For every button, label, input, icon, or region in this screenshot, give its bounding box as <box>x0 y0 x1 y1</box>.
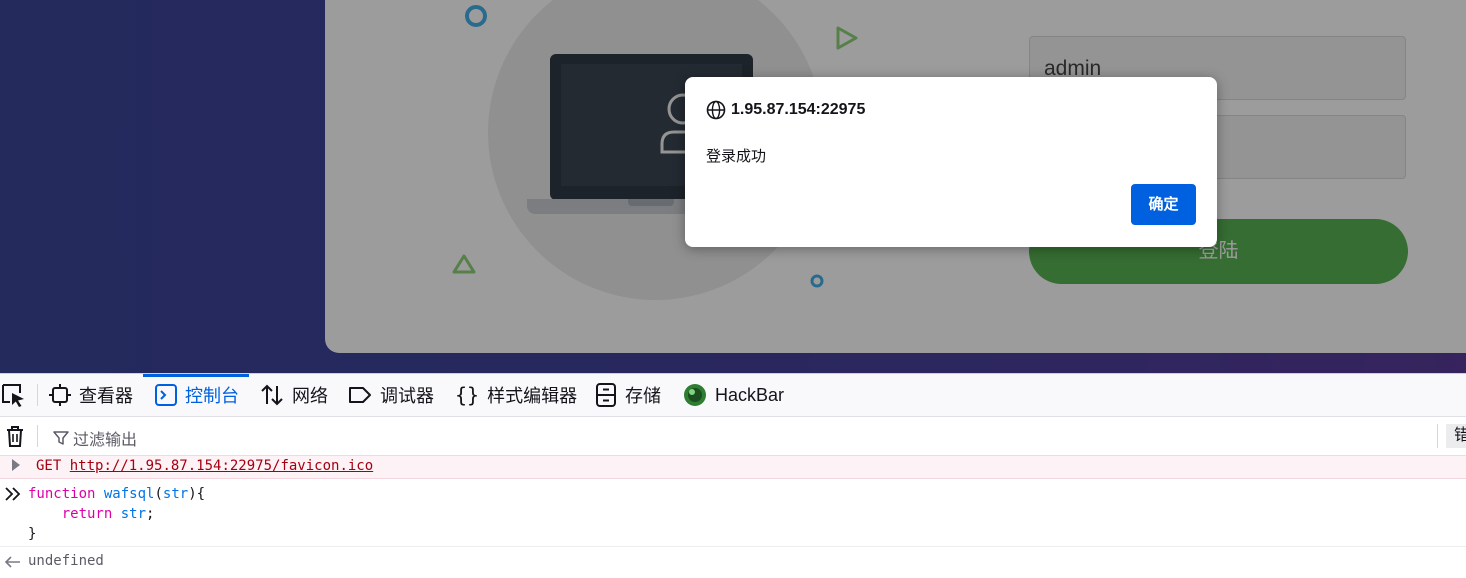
error-method: GET <box>36 458 62 474</box>
tab-label: 调试器 <box>380 386 434 406</box>
tab-label: 控制台 <box>185 386 239 406</box>
code-line-2: return str; <box>61 506 155 522</box>
toolbar-separator <box>37 384 38 406</box>
alert-ok-button[interactable]: 确定 <box>1131 184 1196 225</box>
error-text: GET http://1.95.87.154:22975/favicon.ico <box>36 458 373 474</box>
alert-dialog: 1.95.87.154:22975 登录成功 确定 <box>685 77 1217 247</box>
tab-hackbar[interactable]: HackBar <box>683 374 784 416</box>
tab-network[interactable]: 网络 <box>260 374 328 416</box>
tab-style-editor[interactable]: {} 样式编辑器 <box>455 374 577 416</box>
filter-placeholder: 过滤输出 <box>73 432 138 449</box>
hackbar-icon <box>684 384 706 406</box>
filter-icon <box>53 431 69 445</box>
tab-label: 样式编辑器 <box>487 386 578 406</box>
console-filter-bar: 过滤输出 错 <box>0 417 1466 456</box>
debugger-icon <box>349 387 371 403</box>
element-picker-icon[interactable] <box>0 382 26 408</box>
tab-storage[interactable]: 存储 <box>595 374 661 416</box>
alert-origin: 1.95.87.154:22975 <box>706 99 865 121</box>
input-chevron-icon <box>5 487 21 501</box>
tab-label: 存储 <box>625 386 661 406</box>
param-name: str <box>162 486 189 502</box>
console-error-message[interactable]: GET http://1.95.87.154:22975/favicon.ico <box>0 456 1466 479</box>
code-line-3: } <box>28 526 37 542</box>
inspector-icon <box>49 384 71 406</box>
code-line-1: function wafsql(str){ <box>28 486 206 502</box>
keyword: return <box>61 506 113 522</box>
devtools-toolbar: 查看器 控制台 网络 调试器 {} 样式编辑器 存储 HackBar <box>0 374 1466 417</box>
console-icon <box>155 384 177 406</box>
result-arrow-icon <box>5 556 20 568</box>
tab-label: HackBar <box>715 384 785 405</box>
function-name: wafsql <box>103 486 155 502</box>
error-url-link[interactable]: http://1.95.87.154:22975/favicon.ico <box>70 458 373 474</box>
globe-icon <box>706 100 726 120</box>
tab-debugger[interactable]: 调试器 <box>348 374 434 416</box>
filter-separator <box>37 425 38 447</box>
alert-origin-text: 1.95.87.154:22975 <box>731 101 866 118</box>
tab-console[interactable]: 控制台 <box>155 374 239 416</box>
alert-message: 登录成功 <box>706 148 767 165</box>
console-result-message: undefined <box>0 550 1466 574</box>
devtools-panel: 查看器 控制台 网络 调试器 {} 样式编辑器 存储 HackBar 过滤输出 … <box>0 373 1466 578</box>
style-editor-icon: {} <box>455 383 480 407</box>
tab-label: 网络 <box>292 386 328 406</box>
tab-label: 查看器 <box>79 386 133 406</box>
tab-inspector[interactable]: 查看器 <box>49 374 133 416</box>
trash-icon[interactable] <box>5 425 25 447</box>
network-icon <box>261 384 283 406</box>
filter-input[interactable]: 过滤输出 <box>53 426 137 450</box>
result-value: undefined <box>28 553 104 569</box>
param-name: str <box>120 506 147 522</box>
keyword: function <box>28 486 96 502</box>
expand-caret-icon[interactable] <box>12 459 20 471</box>
console-input-message: function wafsql(str){ return str; } <box>0 484 1466 547</box>
errors-filter-button[interactable]: 错 <box>1446 424 1466 448</box>
storage-icon <box>596 383 616 407</box>
filter-end-separator <box>1437 424 1438 448</box>
